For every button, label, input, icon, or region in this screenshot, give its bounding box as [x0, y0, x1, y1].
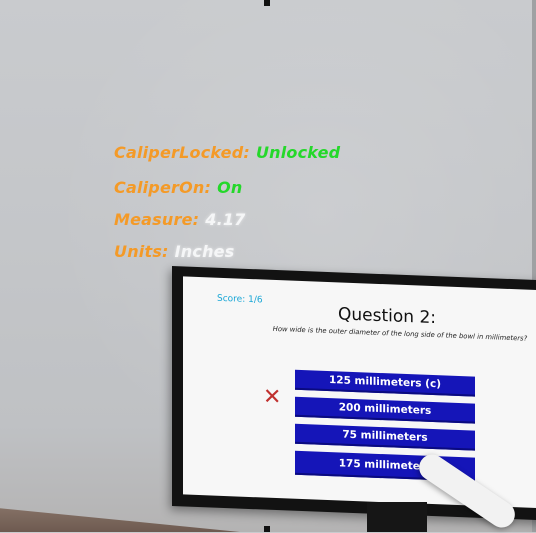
caliper-on-row: CaliperOn: On [114, 178, 243, 197]
monitor-stand [367, 502, 427, 532]
caliper-on-value: On [217, 178, 243, 197]
measure-row: Measure: 4.17 [114, 210, 246, 229]
caliper-locked-value: Unlocked [255, 143, 341, 162]
reticle-bottom [264, 526, 270, 532]
answer-button-2[interactable]: 200 millimeters [295, 396, 475, 424]
wrong-answer-icon: ✕ [263, 384, 282, 411]
measure-label: Measure: [114, 210, 200, 229]
question-text: How wide is the outer diameter of the lo… [272, 324, 528, 343]
answer-button-1[interactable]: 125 millimeters (c) [295, 369, 475, 397]
caliper-on-label: CaliperOn: [114, 178, 212, 197]
units-value: Inches [174, 242, 235, 261]
quiz-screen: Score: 1/6 Question 2: How wide is the o… [183, 276, 536, 509]
question-title: Question 2: [338, 304, 436, 329]
answer-button-3[interactable]: 75 millimeters [295, 423, 475, 451]
quiz-monitor: Score: 1/6 Question 2: How wide is the o… [172, 266, 536, 521]
score-label: Score: 1/6 [217, 293, 263, 306]
units-row: Units: Inches [114, 242, 234, 261]
caliper-locked-row: CaliperLocked: Unlocked [114, 143, 340, 162]
reticle-top [264, 0, 270, 6]
caliper-locked-label: CaliperLocked: [114, 143, 250, 162]
measure-value: 4.17 [205, 210, 246, 229]
units-label: Units: [114, 242, 169, 261]
